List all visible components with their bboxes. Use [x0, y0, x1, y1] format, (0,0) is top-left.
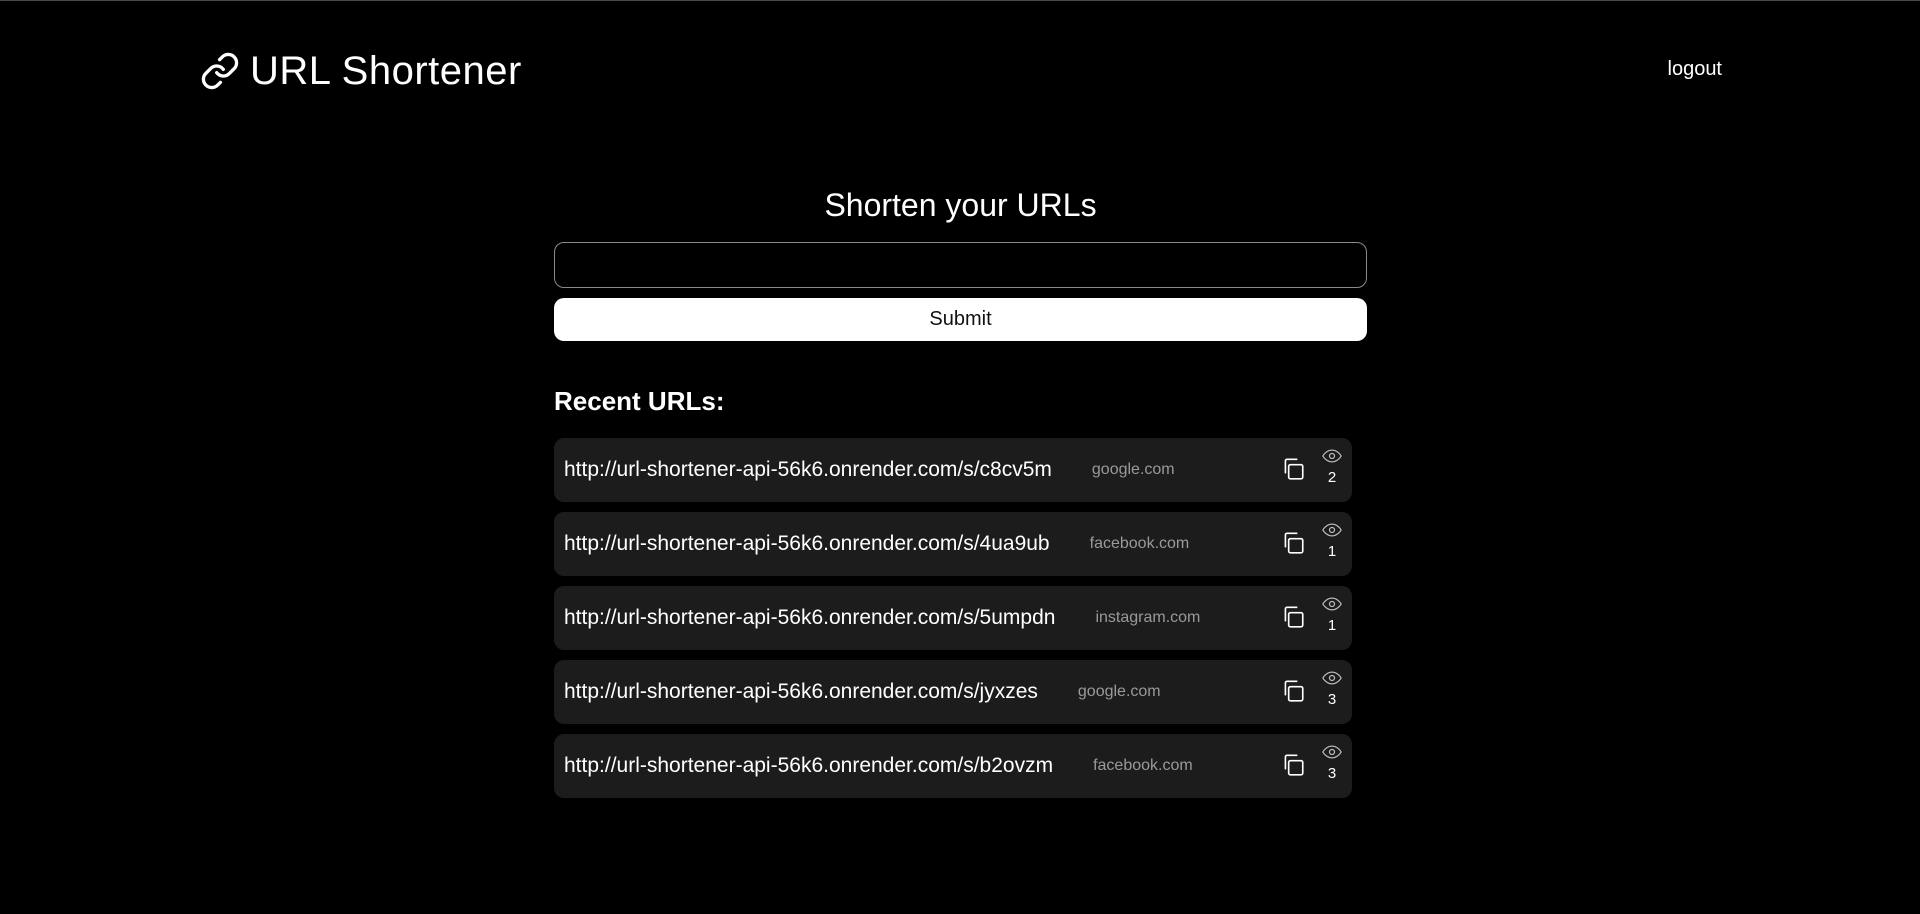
- brand[interactable]: URL Shortener: [200, 46, 522, 96]
- page-heading: Shorten your URLs: [824, 187, 1097, 223]
- eye-icon: [1322, 523, 1342, 537]
- recent-urls-heading: Recent URLs:: [554, 386, 725, 416]
- url-list-item: http://url-shortener-api-56k6.onrender.c…: [554, 660, 1352, 724]
- view-count: 1: [1320, 522, 1344, 560]
- short-url-link[interactable]: http://url-shortener-api-56k6.onrender.c…: [564, 458, 1052, 482]
- submit-button[interactable]: Submit: [554, 298, 1367, 341]
- eye-icon: [1322, 449, 1342, 463]
- copy-icon[interactable]: [1280, 530, 1306, 556]
- url-list-item: http://url-shortener-api-56k6.onrender.c…: [554, 512, 1352, 576]
- original-domain: facebook.com: [1089, 535, 1190, 552]
- eye-icon: [1322, 671, 1342, 685]
- short-url-link[interactable]: http://url-shortener-api-56k6.onrender.c…: [564, 532, 1050, 556]
- view-count-value: 3: [1327, 691, 1337, 708]
- original-domain: instagram.com: [1095, 609, 1201, 626]
- copy-icon[interactable]: [1280, 752, 1306, 778]
- url-input[interactable]: [554, 242, 1367, 288]
- eye-icon: [1322, 745, 1342, 759]
- link-icon: [201, 52, 239, 90]
- copy-icon[interactable]: [1280, 604, 1306, 630]
- short-url-link[interactable]: http://url-shortener-api-56k6.onrender.c…: [564, 754, 1053, 778]
- copy-icon[interactable]: [1280, 456, 1306, 482]
- view-count-value: 2: [1327, 469, 1337, 486]
- view-count: 3: [1320, 744, 1344, 782]
- view-count-value: 3: [1327, 765, 1337, 782]
- original-domain: google.com: [1091, 461, 1175, 478]
- copy-icon[interactable]: [1280, 678, 1306, 704]
- original-domain: google.com: [1077, 683, 1161, 700]
- url-list-item: http://url-shortener-api-56k6.onrender.c…: [554, 734, 1352, 798]
- short-url-link[interactable]: http://url-shortener-api-56k6.onrender.c…: [564, 680, 1038, 704]
- logout-link[interactable]: logout: [1668, 58, 1723, 81]
- view-count-value: 1: [1327, 543, 1337, 560]
- main-content: Shorten your URLs Submit Recent URLs: ht…: [554, 180, 1367, 798]
- app-header: URL Shortener logout: [200, 46, 1722, 96]
- eye-icon: [1322, 597, 1342, 611]
- short-url-link[interactable]: http://url-shortener-api-56k6.onrender.c…: [564, 606, 1055, 630]
- url-list-item: http://url-shortener-api-56k6.onrender.c…: [554, 586, 1352, 650]
- view-count-value: 1: [1327, 617, 1337, 634]
- app-title: URL Shortener: [250, 49, 522, 93]
- recent-url-list: http://url-shortener-api-56k6.onrender.c…: [554, 438, 1352, 798]
- window-top-border: [0, 0, 1920, 1]
- view-count: 1: [1320, 596, 1344, 634]
- url-list-item: http://url-shortener-api-56k6.onrender.c…: [554, 438, 1352, 502]
- view-count: 3: [1320, 670, 1344, 708]
- view-count: 2: [1320, 448, 1344, 486]
- original-domain: facebook.com: [1093, 757, 1193, 774]
